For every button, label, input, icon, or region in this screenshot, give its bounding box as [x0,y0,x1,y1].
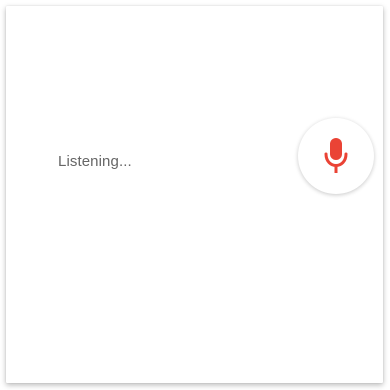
voice-search-dialog: Listening... [6,6,383,383]
microphone-button[interactable] [298,118,374,194]
microphone-icon [324,138,348,173]
listening-status-text: Listening... [58,153,132,170]
